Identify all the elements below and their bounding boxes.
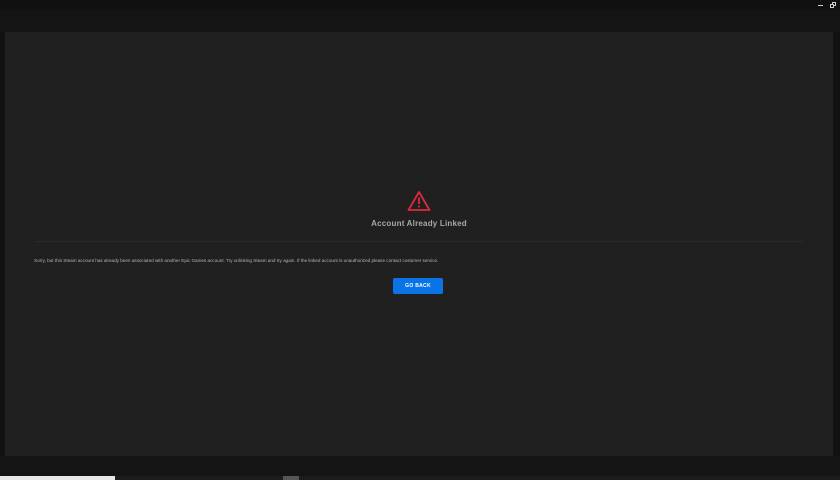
error-header: Account Already Linked: [5, 190, 833, 228]
app-window: Account Already Linked Sorry, but this S…: [0, 0, 840, 480]
dialog-title: Account Already Linked: [371, 219, 467, 228]
scrollbar-marker: [283, 476, 299, 480]
error-message: Sorry, but this Steam account has alread…: [34, 258, 439, 263]
error-panel: Account Already Linked Sorry, but this S…: [5, 32, 833, 456]
go-back-button[interactable]: GO BACK: [393, 278, 443, 294]
horizontal-scrollbar[interactable]: [0, 476, 840, 480]
scrollbar-thumb[interactable]: [0, 476, 115, 480]
minimize-button[interactable]: [817, 1, 824, 9]
window-controls: [817, 1, 836, 9]
header-strip: [0, 10, 840, 32]
minimize-icon: [818, 5, 823, 6]
warning-triangle-icon: [407, 190, 431, 212]
title-bar: [0, 0, 840, 10]
restore-button[interactable]: [829, 1, 836, 9]
divider: [35, 241, 803, 242]
restore-icon: [829, 2, 836, 8]
